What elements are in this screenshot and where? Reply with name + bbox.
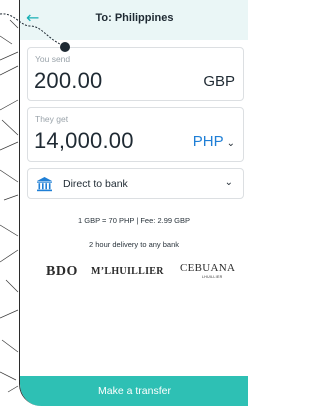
callout-line xyxy=(0,13,65,47)
callout-dot xyxy=(60,42,70,52)
receive-amount-input[interactable]: 14,000.00 xyxy=(34,128,134,154)
partner-bank-logos: BDO M’LHUILLIER CEBUANA LHUILLIER xyxy=(20,259,248,283)
exchange-rate-text: 1 GBP = 70 PHP | Fee: 2.99 GBP xyxy=(78,216,190,225)
receive-label: They get xyxy=(35,114,69,124)
chevron-down-icon: ⌄ xyxy=(226,138,235,149)
bank-icon xyxy=(37,177,52,192)
chevron-down-icon: ⌄ xyxy=(224,177,233,188)
receive-currency-label: PHP xyxy=(192,133,224,150)
cebuana-logo-subtext: LHUILLIER xyxy=(202,275,223,279)
delivery-time-text: 2 hour delivery to any bank xyxy=(88,240,180,249)
send-label: You send xyxy=(35,54,71,64)
send-amount-field[interactable]: You send 200.00 GBP xyxy=(27,47,244,101)
phone-screen: ← To: Philippines You send 200.00 GBP Th… xyxy=(19,0,248,406)
send-amount-input[interactable]: 200.00 xyxy=(34,68,103,94)
delivery-method-label: Direct to bank xyxy=(63,178,128,190)
mlhuillier-logo: M’LHUILLIER xyxy=(91,266,164,277)
bdo-logo: BDO xyxy=(46,264,78,279)
make-transfer-label: Make a transfer xyxy=(98,385,171,397)
make-transfer-button[interactable]: Make a transfer xyxy=(20,376,248,406)
send-currency: GBP xyxy=(203,73,235,90)
receive-amount-field[interactable]: They get 14,000.00 PHP ⌄ xyxy=(27,107,244,162)
delivery-method-select[interactable]: Direct to bank ⌄ xyxy=(27,168,244,199)
receive-currency-select[interactable]: PHP ⌄ xyxy=(193,133,235,150)
cebuana-logo: CEBUANA xyxy=(180,262,236,274)
